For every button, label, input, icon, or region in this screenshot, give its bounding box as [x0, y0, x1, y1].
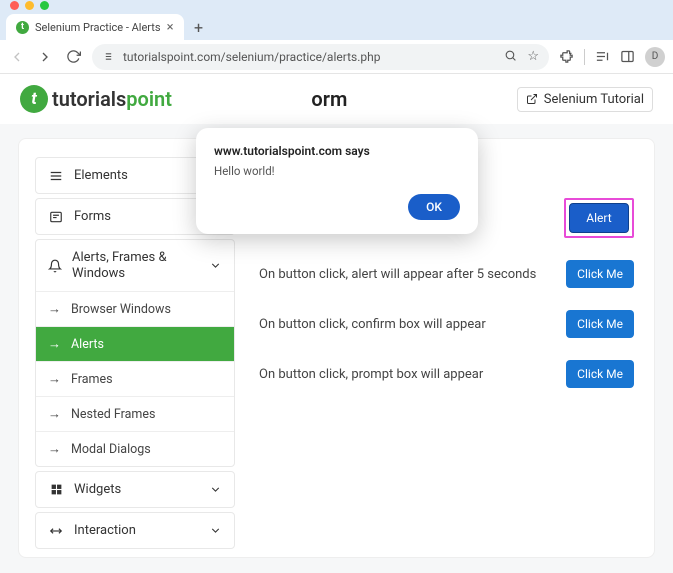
url-text: tutorialspoint.com/selenium/practice/ale… [123, 50, 380, 64]
sidebar-item-label: Frames [71, 372, 113, 387]
reload-button[interactable] [64, 48, 82, 66]
chevron-down-icon [209, 483, 222, 496]
address-bar[interactable]: tutorialspoint.com/selenium/practice/ale… [92, 44, 549, 70]
form-icon [48, 210, 64, 224]
sidebar-item-label: Nested Frames [71, 407, 155, 422]
alert-origin: www.tutorialspoint.com says [214, 144, 460, 158]
sidebar-group-label: Widgets [74, 482, 121, 497]
sidebar-group-interaction[interactable]: Interaction [35, 512, 235, 549]
window-minimize-dot[interactable] [25, 1, 34, 10]
highlight-box: Alert [564, 198, 634, 238]
sidebar-item-frames[interactable]: → Frames [36, 361, 234, 396]
site-info-icon[interactable] [102, 50, 115, 63]
arrow-right-icon: → [48, 441, 61, 457]
zoom-icon[interactable] [504, 49, 517, 64]
alert-button[interactable]: Alert [569, 203, 629, 233]
bookmark-icon[interactable]: ☆ [527, 49, 539, 64]
header-link-label: Selenium Tutorial [544, 92, 644, 107]
chevron-down-icon [209, 259, 222, 272]
external-link-icon [526, 93, 538, 105]
header-truncated-text: orm [311, 87, 347, 111]
divider [584, 49, 585, 65]
page-viewport: t tutorialspoint orm Selenium Tutorial E… [0, 74, 673, 573]
click-me-button[interactable]: Click Me [566, 360, 634, 388]
hamburger-icon [48, 169, 64, 183]
alert-row-prompt: On button click, prompt box will appear … [259, 360, 634, 388]
forward-button[interactable] [36, 48, 54, 66]
logo-mark-icon: t [20, 85, 48, 113]
sidebar-item-alerts[interactable]: → Alerts [36, 326, 234, 361]
sidebar-group-label: Elements [74, 168, 128, 183]
sidebar-item-label: Browser Windows [71, 302, 171, 317]
row-text: On button click, alert will appear after… [259, 267, 536, 282]
alert-row-delayed: On button click, alert will appear after… [259, 260, 634, 288]
profile-avatar[interactable]: D [645, 47, 665, 67]
sidebar-item-nested-frames[interactable]: → Nested Frames [36, 396, 234, 431]
browser-toolbar: tutorialspoint.com/selenium/practice/ale… [0, 40, 673, 74]
site-logo[interactable]: t tutorialspoint [20, 85, 172, 113]
sidebar-item-browser-windows[interactable]: → Browser Windows [36, 291, 234, 326]
logo-text-1: tutorials [52, 87, 126, 111]
new-tab-button[interactable]: + [188, 16, 210, 38]
sidebar-item-label: Alerts [71, 337, 104, 352]
sidebar-sublist: → Browser Windows → Alerts → Frames → [36, 291, 234, 466]
grid-icon [48, 483, 64, 496]
alert-ok-button[interactable]: OK [408, 194, 460, 220]
reading-list-icon[interactable] [595, 49, 610, 64]
sidebar-group-label: Forms [74, 209, 111, 224]
sidebar-item-label: Modal Dialogs [71, 442, 151, 457]
extensions-icon[interactable] [559, 49, 574, 64]
window-zoom-dot[interactable] [40, 1, 49, 10]
selenium-tutorial-link[interactable]: Selenium Tutorial [517, 87, 653, 112]
arrow-right-icon: → [48, 301, 61, 317]
click-me-button[interactable]: Click Me [566, 260, 634, 288]
browser-tab[interactable]: t Selenium Practice - Alerts × [6, 14, 184, 40]
logo-text-2: point [126, 87, 172, 111]
window-close-dot[interactable] [10, 1, 19, 10]
sidebar-group-label: Interaction [74, 523, 136, 538]
tab-favicon: t [16, 21, 29, 34]
sidebar-group-label: Alerts, Frames & Windows [72, 250, 199, 281]
sidebar-group-widgets[interactable]: Widgets [35, 471, 235, 508]
row-text: On button click, prompt box will appear [259, 367, 483, 382]
click-me-button[interactable]: Click Me [566, 310, 634, 338]
sidebar-item-modal-dialogs[interactable]: → Modal Dialogs [36, 431, 234, 466]
arrow-right-icon: → [48, 336, 61, 352]
chevron-down-icon [209, 524, 222, 537]
tab-title: Selenium Practice - Alerts [35, 21, 161, 34]
swap-icon [48, 524, 64, 538]
tab-strip: t Selenium Practice - Alerts × + [0, 10, 673, 40]
sidebar-group-toggle[interactable]: Alerts, Frames & Windows [36, 240, 234, 291]
sidebar-group-alerts-frames-windows: Alerts, Frames & Windows → Browser Windo… [35, 239, 235, 467]
side-panel-icon[interactable] [620, 49, 635, 64]
js-alert-dialog: www.tutorialspoint.com says Hello world!… [196, 128, 478, 234]
arrow-right-icon: → [48, 406, 61, 422]
close-icon[interactable]: × [167, 20, 174, 35]
back-button[interactable] [8, 48, 26, 66]
window-controls [0, 0, 673, 10]
alert-message: Hello world! [214, 164, 460, 178]
site-header: t tutorialspoint orm Selenium Tutorial [0, 74, 673, 124]
arrow-right-icon: → [48, 371, 61, 387]
alert-row-confirm: On button click, confirm box will appear… [259, 310, 634, 338]
row-text: On button click, confirm box will appear [259, 317, 486, 332]
bell-icon [48, 259, 62, 273]
